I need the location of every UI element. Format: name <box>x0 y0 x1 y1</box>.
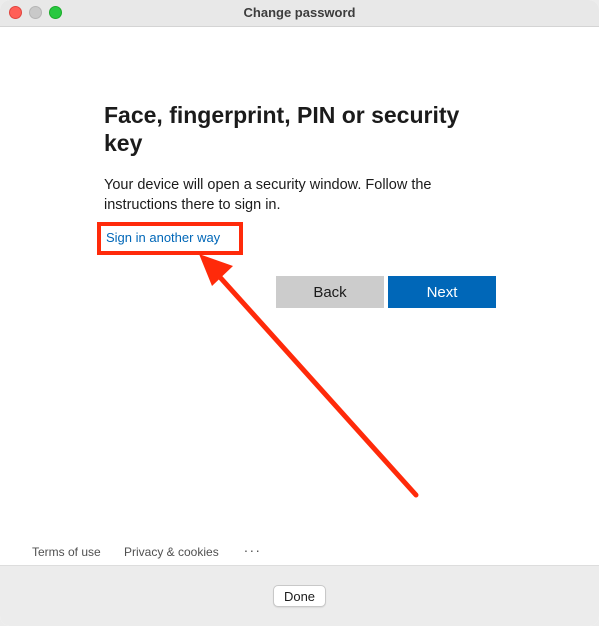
sign-in-panel: Face, fingerprint, PIN or security key Y… <box>0 27 599 565</box>
more-options-button[interactable]: ... <box>244 539 262 555</box>
terms-of-use-link[interactable]: Terms of use <box>32 545 101 559</box>
done-button[interactable]: Done <box>273 585 326 607</box>
instructions-text: Your device will open a security window.… <box>104 177 432 213</box>
bottom-bar: Done <box>0 565 599 626</box>
back-button[interactable]: Back <box>276 276 384 308</box>
window-title: Change password <box>243 5 356 20</box>
privacy-cookies-link[interactable]: Privacy & cookies <box>124 545 219 559</box>
next-button[interactable]: Next <box>388 276 496 308</box>
sign-in-another-way-link[interactable]: Sign in another way <box>106 230 220 245</box>
page-title: Face, fingerprint, PIN or security key <box>104 102 460 156</box>
title-bar: Change password <box>0 0 599 27</box>
change-password-window: Change password Face, fingerprint, PIN o… <box>0 0 599 626</box>
